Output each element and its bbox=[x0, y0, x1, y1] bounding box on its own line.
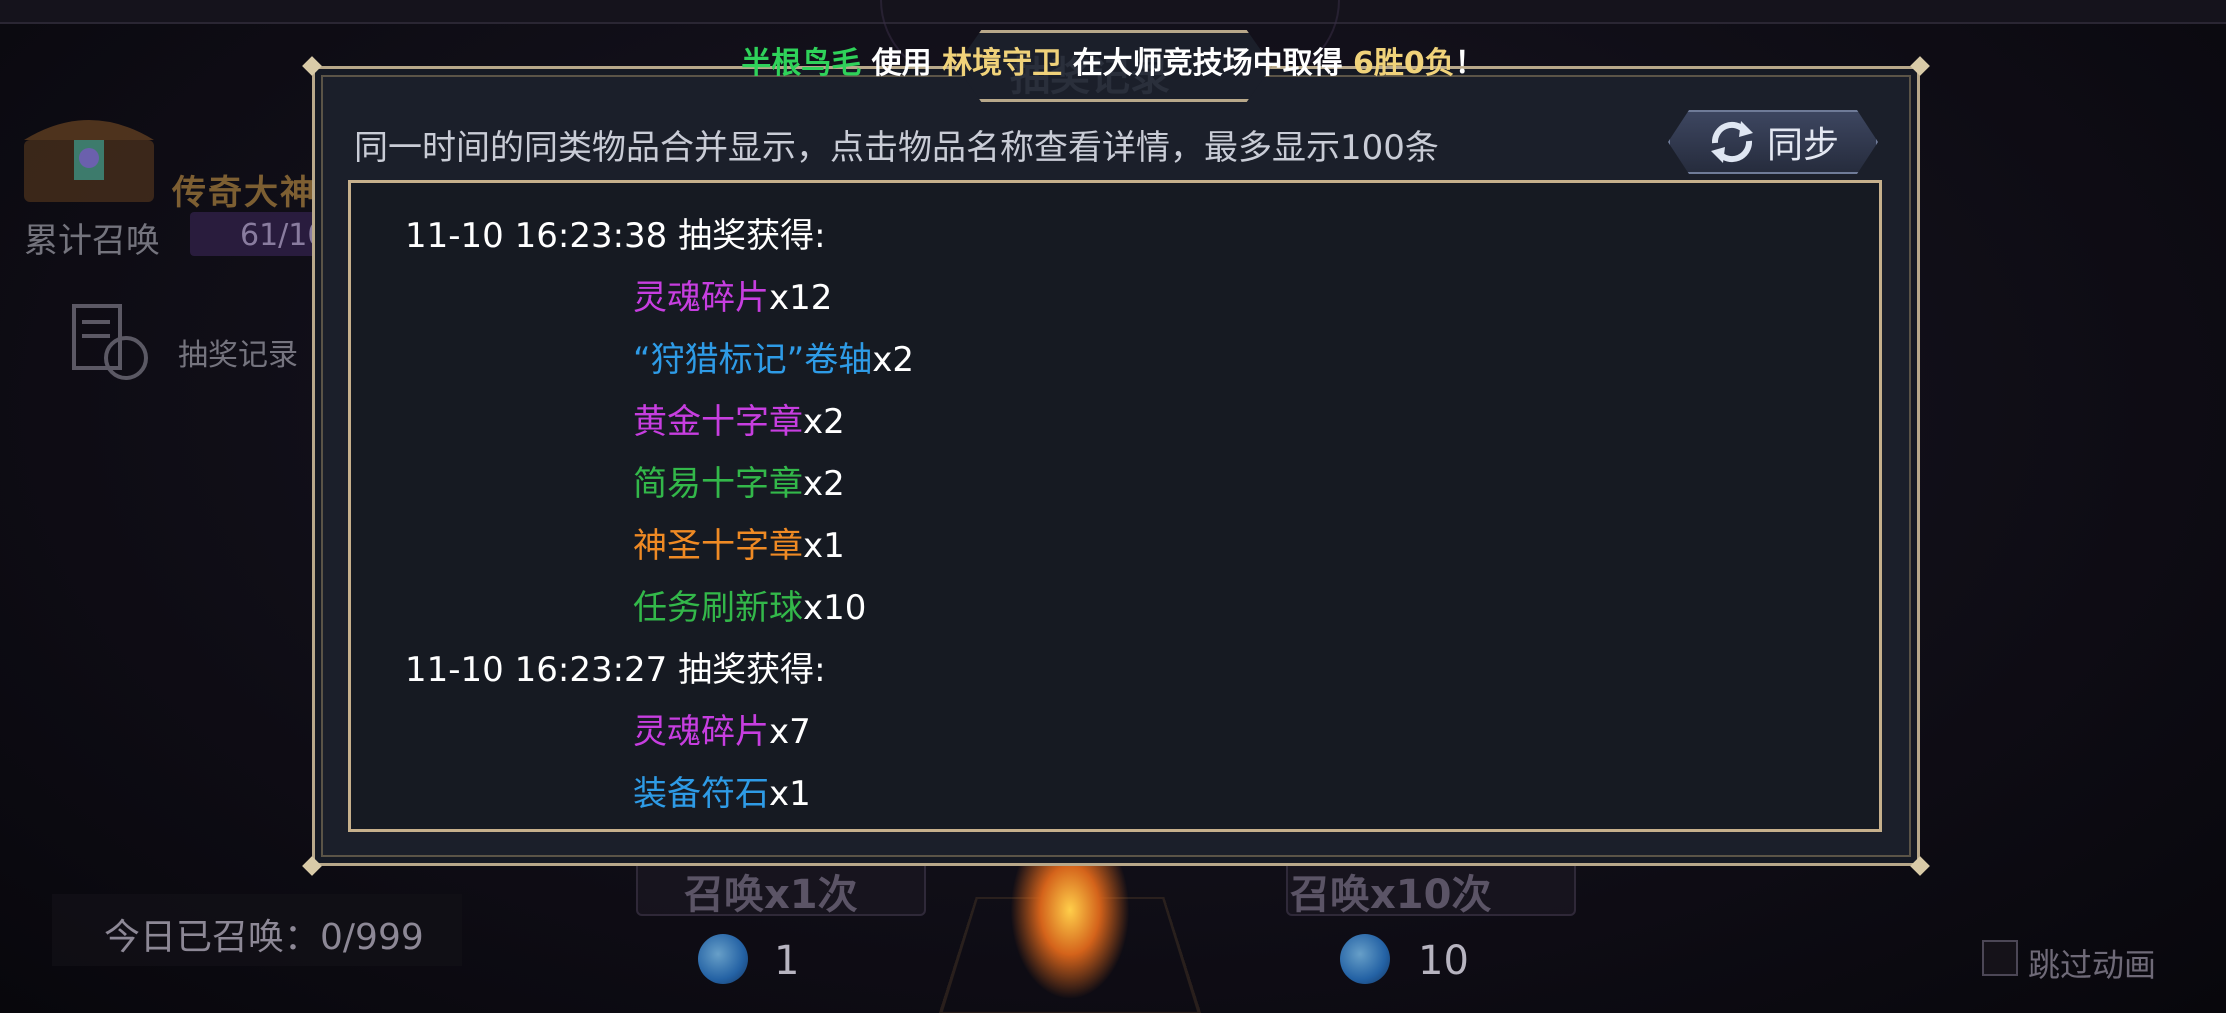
broadcast-banner: 半根鸟毛 使用 林境守卫 在大师竞技场中取得 6胜0负！ bbox=[0, 38, 2226, 82]
item-name-link[interactable]: 简易十字章 bbox=[633, 464, 803, 504]
item-name-link[interactable]: 灵魂碎片 bbox=[633, 278, 769, 318]
treasure-chest-icon bbox=[24, 120, 154, 202]
item-quantity: x2 bbox=[803, 464, 845, 504]
record-label[interactable]: 抽奖记录 bbox=[178, 330, 298, 374]
item-name-link[interactable]: 灵魂碎片 bbox=[633, 712, 769, 752]
item-name-link[interactable]: 任务刷新球 bbox=[633, 588, 803, 628]
cumulative-summon-label: 累计召唤 bbox=[24, 221, 160, 261]
broadcast-end: ！ bbox=[1454, 46, 1485, 81]
item-quantity: x7 bbox=[769, 712, 811, 752]
broadcast-mid: 在大师竞技场中取得 bbox=[1062, 46, 1354, 81]
item-quantity: x12 bbox=[769, 278, 833, 318]
summon-once-label: 召唤x1次 bbox=[684, 872, 858, 918]
record-timestamp: 11-10 16:23:27 抽奖获得: bbox=[405, 650, 826, 690]
skip-animation-label[interactable]: 跳过动画 bbox=[2028, 940, 2156, 986]
broadcast-result: 6胜0负 bbox=[1353, 46, 1455, 81]
record-list[interactable]: 11-10 16:23:38 抽奖获得: 灵魂碎片x12 “狩猎标记”卷轴x2 黄金十… bbox=[348, 180, 1882, 832]
item-quantity: x2 bbox=[803, 402, 845, 442]
record-item-row: 装备符石x1 bbox=[633, 769, 811, 819]
dialog-hint: 同一时间的同类物品合并显示，点击物品名称查看详情，最多显示100条 bbox=[354, 128, 1439, 168]
record-item-row: 黄金十字章x2 bbox=[633, 397, 845, 447]
item-quantity: x10 bbox=[803, 588, 867, 628]
sync-label: 同步 bbox=[1766, 125, 1839, 166]
summon-ten-label: 召唤x10次 bbox=[1290, 872, 1492, 918]
record-item-row: 神圣十字章x1 bbox=[633, 521, 845, 571]
sync-button[interactable]: 同步 bbox=[1668, 110, 1878, 174]
record-item-row: 灵魂碎片x12 bbox=[633, 273, 832, 323]
record-item-row: 简易十字章x2 bbox=[633, 459, 845, 509]
broadcast-hero: 林境守卫 bbox=[942, 46, 1063, 81]
altar-flame bbox=[1010, 850, 1130, 1000]
summon-token-icon bbox=[698, 934, 748, 984]
item-quantity: x1 bbox=[769, 774, 811, 814]
refresh-icon bbox=[1710, 121, 1753, 163]
summon-ten-cost: 10 bbox=[1418, 938, 1469, 984]
skip-animation-checkbox[interactable] bbox=[1982, 940, 2018, 976]
summon-once-cost: 1 bbox=[774, 938, 800, 984]
record-item-row: 灵魂碎片x7 bbox=[633, 707, 811, 757]
record-item-row: “狩猎标记”卷轴x2 bbox=[633, 335, 914, 385]
item-name-link[interactable]: 黄金十字章 bbox=[633, 402, 803, 442]
item-name-link[interactable]: 神圣十字章 bbox=[633, 526, 803, 566]
event-title: 传奇大神 bbox=[172, 173, 316, 213]
summon-token-icon bbox=[1340, 934, 1390, 984]
broadcast-player: 半根鸟毛 bbox=[741, 46, 862, 81]
record-timestamp: 11-10 16:23:38 抽奖获得: bbox=[405, 216, 826, 256]
record-list-icon[interactable] bbox=[68, 300, 152, 384]
item-quantity: x1 bbox=[803, 526, 845, 566]
record-item-row: 任务刷新球x10 bbox=[633, 583, 866, 633]
broadcast-verb: 使用 bbox=[861, 46, 943, 81]
item-name-link[interactable]: “狩猎标记”卷轴 bbox=[633, 340, 872, 380]
today-summon-count: 今日已召唤：0/999 bbox=[104, 917, 424, 958]
item-name-link[interactable]: 装备符石 bbox=[633, 774, 769, 814]
item-quantity: x2 bbox=[872, 340, 914, 380]
